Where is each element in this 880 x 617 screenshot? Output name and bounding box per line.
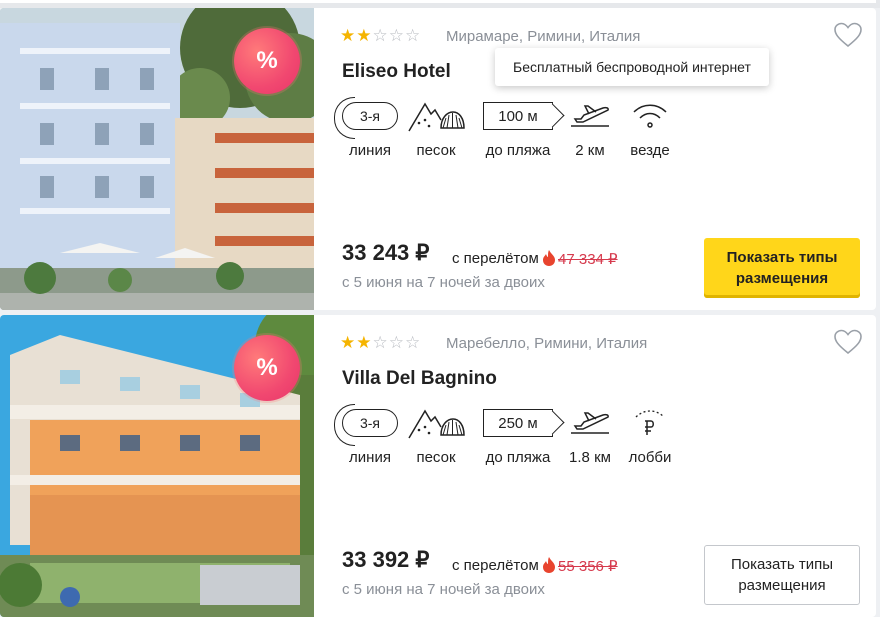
trip-dates: с 5 июня на 7 ночей за двоих xyxy=(342,274,545,291)
feature-distance: 100 м до пляжа xyxy=(480,96,556,159)
airplane-icon xyxy=(571,412,609,434)
show-room-types-button[interactable]: Показать типы размещения xyxy=(704,238,860,298)
hotel-location: Мирамаре, Римини, Италия xyxy=(446,28,641,45)
hotel-features: 3-я линия песок 250 м до пляжа 1.8 км ло… xyxy=(334,403,700,473)
star-icon: ★ xyxy=(356,26,373,45)
hotel-name[interactable]: Eliseo Hotel xyxy=(342,61,451,83)
feature-wifi[interactable]: лобби xyxy=(624,403,676,466)
star-icon: ☆ xyxy=(372,333,389,352)
feature-distance: 250 м до пляжа xyxy=(480,403,556,466)
hotel-info: ★★☆☆☆ Мирамаре, Римини, Италия Eliseo Ho… xyxy=(334,8,876,310)
show-room-types-button[interactable]: Показать типы размещения xyxy=(704,545,860,605)
heart-icon[interactable] xyxy=(834,329,862,355)
hotel-photo[interactable]: % xyxy=(0,315,314,617)
star-rating: ★★☆☆☆ xyxy=(340,333,421,353)
discount-badge: % xyxy=(234,28,300,94)
distance-sign-icon: 100 м xyxy=(483,102,553,130)
beach-icon xyxy=(408,102,465,132)
star-icon: ★ xyxy=(340,26,357,45)
feature-line: 3-я линия xyxy=(334,403,400,466)
wifi-icon xyxy=(633,104,667,128)
price: 33 243 ₽ xyxy=(342,240,430,265)
price-note: с перелётом xyxy=(452,557,539,574)
hotel-features: 3-я линия песок 100 м до пляжа 2 км везд… xyxy=(334,96,700,166)
feature-airport: 2 км xyxy=(568,96,612,159)
star-icon: ☆ xyxy=(405,333,422,352)
old-price: 47 334 ₽ xyxy=(558,251,618,268)
fire-icon xyxy=(543,250,555,266)
star-icon: ☆ xyxy=(372,26,389,45)
hotel-info: ★★☆☆☆ Маребелло, Римини, Италия Villa De… xyxy=(334,315,876,617)
previous-card-edge xyxy=(0,0,880,8)
line-icon: 3-я xyxy=(334,97,398,139)
beach-icon xyxy=(408,409,465,439)
discount-badge: % xyxy=(234,335,300,401)
feature-airport: 1.8 км xyxy=(568,403,612,466)
star-icon: ★ xyxy=(356,333,373,352)
hotel-photo[interactable]: % xyxy=(0,8,314,310)
paid-wifi-icon xyxy=(635,410,665,435)
heart-icon[interactable] xyxy=(834,22,862,48)
hotel-name[interactable]: Villa Del Bagnino xyxy=(342,368,497,390)
old-price: 55 356 ₽ xyxy=(558,558,618,575)
hotel-location: Маребелло, Римини, Италия xyxy=(446,335,648,352)
hotel-card[interactable]: % ★★☆☆☆ Маребелло, Римини, Италия Villa … xyxy=(0,315,876,617)
feature-wifi[interactable]: везде xyxy=(624,96,676,159)
star-icon: ☆ xyxy=(388,26,405,45)
star-icon: ★ xyxy=(340,333,357,352)
star-icon: ☆ xyxy=(405,26,422,45)
feature-line: 3-я линия xyxy=(334,96,400,159)
line-icon: 3-я xyxy=(334,404,398,446)
fire-icon xyxy=(543,557,555,573)
airplane-icon xyxy=(571,105,609,127)
feature-beach: песок xyxy=(406,403,466,466)
price-note: с перелётом xyxy=(452,250,539,267)
hotel-card[interactable]: % ★★☆☆☆ Мирамаре, Римини, Италия Eliseo … xyxy=(0,8,876,310)
star-icon: ☆ xyxy=(388,333,405,352)
price: 33 392 ₽ xyxy=(342,547,430,572)
star-rating: ★★☆☆☆ xyxy=(340,26,421,46)
distance-sign-icon: 250 м xyxy=(483,409,553,437)
wifi-tooltip: Бесплатный беспроводной интернет xyxy=(495,48,769,86)
trip-dates: с 5 июня на 7 ночей за двоих xyxy=(342,581,545,598)
feature-beach: песок xyxy=(406,96,466,159)
